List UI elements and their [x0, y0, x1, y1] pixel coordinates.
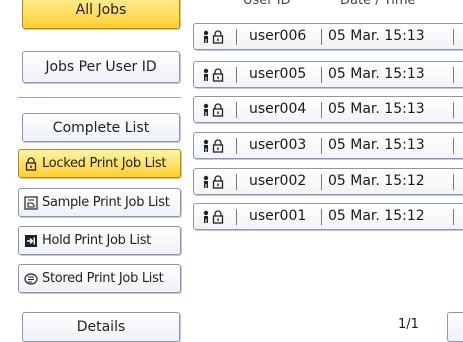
column-divider: [453, 174, 454, 190]
complete-list-button[interactable]: Complete List: [22, 113, 180, 142]
job-row[interactable]: user006 05 Mar. 15:13: [193, 23, 463, 50]
all-jobs-button[interactable]: All Jobs: [22, 0, 180, 29]
column-divider: [453, 102, 454, 118]
stored-print-icon: [24, 272, 38, 286]
user-lock-icon: [202, 210, 228, 224]
details-button[interactable]: Details: [22, 312, 180, 342]
complete-list-label: Complete List: [52, 119, 150, 136]
column-divider: [321, 174, 322, 190]
job-datetime: 05 Mar. 15:13: [328, 101, 425, 117]
job-user-id: user003: [249, 137, 307, 153]
jobs-per-user-id-button[interactable]: Jobs Per User ID: [22, 51, 180, 83]
column-divider: [321, 102, 322, 118]
job-user-id: user001: [249, 208, 307, 224]
column-divider: [236, 174, 237, 190]
column-divider: [321, 209, 322, 225]
locked-print-job-list-label: Locked Print Job List: [42, 156, 167, 171]
job-user-id: user002: [249, 173, 307, 189]
column-divider: [236, 29, 237, 45]
user-lock-icon: [202, 175, 228, 189]
previous-page-button[interactable]: [447, 312, 463, 342]
user-lock-icon: [202, 68, 228, 82]
job-row[interactable]: user004 05 Mar. 15:13: [193, 96, 463, 123]
job-datetime: 05 Mar. 15:13: [328, 66, 425, 82]
user-lock-icon: [202, 30, 228, 44]
column-divider: [321, 67, 322, 83]
column-divider: [453, 29, 454, 45]
column-divider: [453, 138, 454, 154]
jobs-per-user-id-label: Jobs Per User ID: [45, 59, 157, 75]
job-user-id: user005: [249, 66, 307, 82]
job-datetime: 05 Mar. 15:13: [328, 137, 425, 153]
job-user-id: user004: [249, 101, 307, 117]
lock-icon: [24, 156, 38, 171]
column-divider: [236, 209, 237, 225]
user-lock-icon: [202, 139, 228, 153]
job-row[interactable]: user001 05 Mar. 15:12: [193, 203, 463, 230]
stored-print-job-list-label: Stored Print Job List: [42, 271, 164, 286]
column-header-user-id: User ID: [243, 0, 291, 8]
column-divider: [236, 67, 237, 83]
column-divider: [321, 29, 322, 45]
hold-print-job-list-label: Hold Print Job List: [42, 233, 151, 248]
page-indicator: 1/1: [398, 317, 419, 332]
job-datetime: 05 Mar. 15:12: [328, 208, 425, 224]
sample-print-job-list-label: Sample Print Job List: [42, 195, 170, 210]
hold-print-job-list-button[interactable]: Hold Print Job List: [18, 226, 181, 255]
sidebar-divider: [18, 97, 181, 99]
job-datetime: 05 Mar. 15:13: [328, 28, 425, 44]
job-user-id: user006: [249, 28, 307, 44]
user-lock-icon: [202, 103, 228, 117]
details-label: Details: [76, 319, 126, 335]
job-row[interactable]: user003 05 Mar. 15:13: [193, 132, 463, 159]
sample-print-job-list-button[interactable]: Sample Print Job List: [18, 188, 181, 217]
job-row[interactable]: user005 05 Mar. 15:13: [193, 61, 463, 88]
all-jobs-label: All Jobs: [75, 1, 127, 18]
column-divider: [321, 138, 322, 154]
column-divider: [236, 138, 237, 154]
job-datetime: 05 Mar. 15:12: [328, 173, 425, 189]
stored-print-job-list-button[interactable]: Stored Print Job List: [18, 264, 181, 293]
sample-print-icon: [24, 195, 38, 210]
column-header-date-time: Date / Time: [340, 0, 416, 8]
hold-print-icon: [24, 234, 38, 248]
column-divider: [453, 209, 454, 225]
locked-print-job-list-button[interactable]: Locked Print Job List: [18, 149, 181, 178]
column-divider: [236, 102, 237, 118]
job-row[interactable]: user002 05 Mar. 15:12: [193, 168, 463, 195]
column-divider: [453, 67, 454, 83]
